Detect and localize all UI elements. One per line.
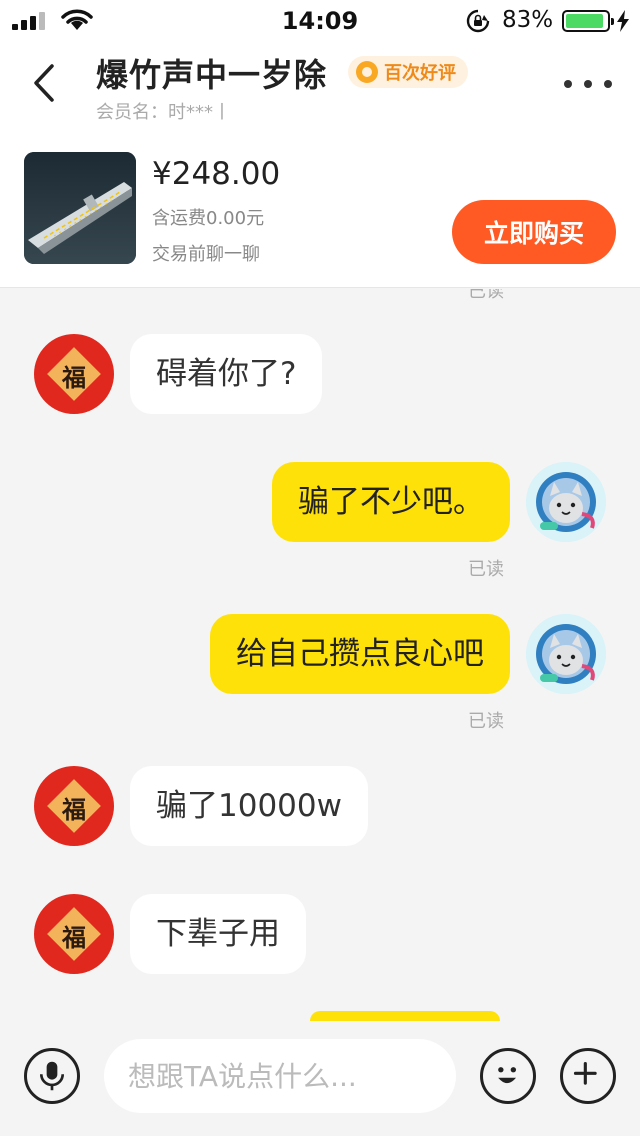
chat-messages[interactable]: 已读 福 碍着你了? 骗了不少吧。 已读 给自己攒点良心吧 已读 福 骗了100… <box>0 289 640 1021</box>
seller-avatar[interactable]: 福 <box>34 766 114 846</box>
message-bubble-incoming[interactable]: 下辈子用 <box>130 894 306 974</box>
user-avatar[interactable] <box>526 462 606 542</box>
medal-icon <box>356 61 378 83</box>
user-avatar[interactable] <box>526 614 606 694</box>
back-icon[interactable] <box>22 58 66 108</box>
shipping-info: 含运费0.00元 <box>152 208 265 229</box>
buy-now-button[interactable]: 立即购买 <box>452 200 616 264</box>
product-image[interactable] <box>24 152 136 264</box>
read-status: 已读 <box>468 289 504 302</box>
message-bubble-outgoing-partial[interactable] <box>310 1011 500 1021</box>
more-icon[interactable] <box>564 74 612 94</box>
chat-hint: 交易前聊一聊 <box>152 244 260 265</box>
status-bar: 14:09 83% <box>0 0 640 40</box>
avatar-char: 福 <box>62 923 86 952</box>
seller-avatar[interactable]: 福 <box>34 334 114 414</box>
product-price: ¥248.00 <box>152 156 281 192</box>
input-bar <box>0 1021 640 1136</box>
chat-header: 爆竹声中一岁除 百次好评 会员名：时***丨 <box>0 40 640 132</box>
reputation-badge: 百次好评 <box>348 56 468 88</box>
battery-percent: 83% <box>502 7 554 33</box>
badge-label: 百次好评 <box>384 63 456 84</box>
read-status: 已读 <box>468 711 504 732</box>
product-card[interactable]: ¥248.00 含运费0.00元 交易前聊一聊 立即购买 <box>0 132 640 288</box>
seller-name[interactable]: 爆竹声中一岁除 <box>96 50 327 96</box>
plus-icon[interactable] <box>560 1048 616 1104</box>
message-input[interactable] <box>104 1039 456 1113</box>
rotation-lock-icon <box>466 9 490 33</box>
message-bubble-outgoing[interactable]: 骗了不少吧。 <box>272 462 510 542</box>
microphone-icon[interactable] <box>24 1048 80 1104</box>
avatar-char: 福 <box>62 363 86 392</box>
charging-icon <box>617 10 629 32</box>
seller-avatar[interactable]: 福 <box>34 894 114 974</box>
read-status: 已读 <box>468 559 504 580</box>
avatar-char: 福 <box>62 795 86 824</box>
message-bubble-incoming[interactable]: 骗了10000w <box>130 766 368 846</box>
emoji-icon[interactable] <box>480 1048 536 1104</box>
message-bubble-incoming[interactable]: 碍着你了? <box>130 334 323 414</box>
battery-icon <box>562 10 614 32</box>
member-name: 会员名：时***丨 <box>96 102 231 123</box>
message-bubble-outgoing[interactable]: 给自己攒点良心吧 <box>210 614 510 694</box>
